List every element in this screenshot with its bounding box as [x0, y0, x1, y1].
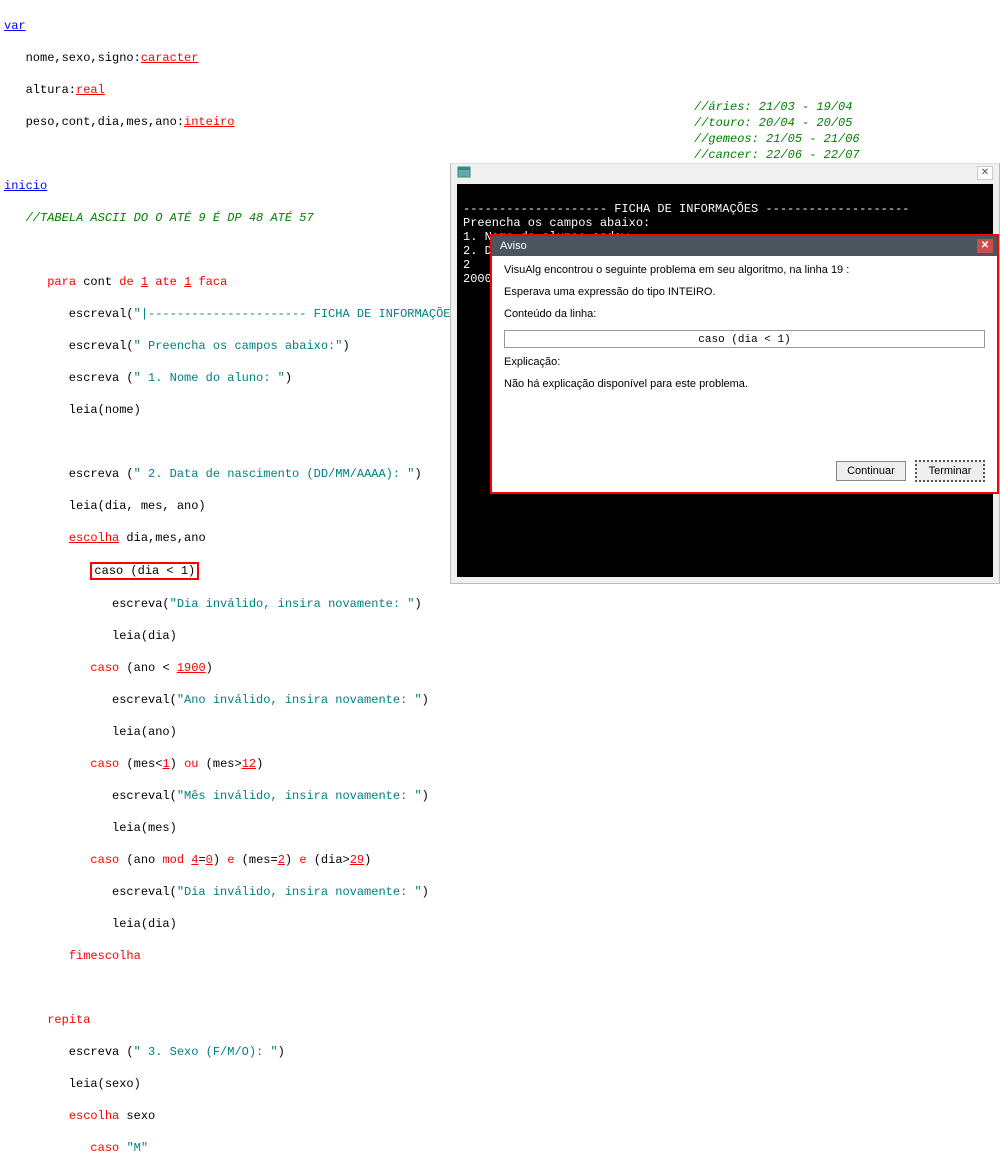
continue-button[interactable]: Continuar [836, 461, 906, 481]
dialog-titlebar[interactable]: Aviso ✕ [492, 236, 997, 256]
content-label: Conteúdo da linha: [504, 308, 985, 320]
app-icon [457, 165, 471, 182]
error-highlight: caso (dia < 1) [90, 562, 199, 580]
explanation-label: Explicação: [504, 356, 985, 368]
zodiac-comments: //áries: 21/03 - 19/04 //touro: 20/04 - … [694, 99, 860, 163]
terminate-button[interactable]: Terminar [915, 460, 985, 482]
dialog-message-detail: Esperava uma expressão do tipo INTEIRO. [504, 286, 985, 298]
dialog-title: Aviso [500, 240, 527, 252]
dialog-message: VisuAlg encontrou o seguinte problema em… [504, 264, 985, 276]
explanation-text: Não há explicação disponível para este p… [504, 378, 985, 390]
line-content-box: caso (dia < 1) [504, 330, 985, 348]
close-icon[interactable]: ✕ [977, 166, 993, 180]
close-icon[interactable]: ✕ [977, 239, 993, 253]
error-dialog: Aviso ✕ VisuAlg encontrou o seguinte pro… [490, 234, 999, 494]
